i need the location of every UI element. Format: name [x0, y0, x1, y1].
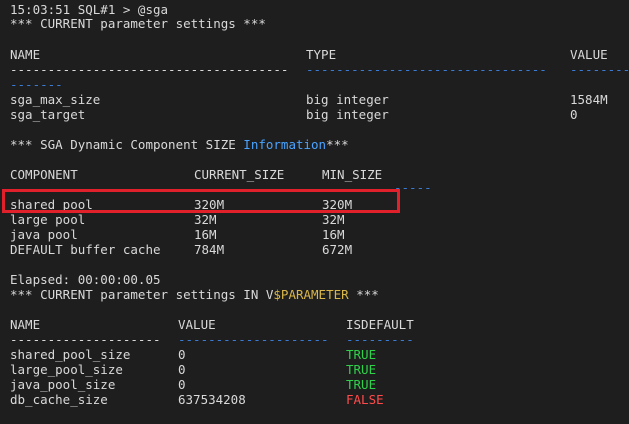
vparam-isdefault: FALSE: [346, 392, 384, 407]
vparam-value: 0: [178, 377, 186, 392]
component-min-size: 16M: [322, 227, 345, 242]
table-row: java pool 16M 16M: [10, 227, 345, 242]
table-row: large pool 32M 32M: [10, 212, 345, 227]
header-prefix: *** CURRENT parameter settings IN V: [10, 287, 274, 302]
col-header-component: COMPONENT: [10, 167, 78, 182]
component-current-size: 32M: [194, 212, 217, 227]
prompt-line: 15:03:51 SQL#1 > @sga: [10, 2, 169, 17]
table-row: db_cache_size 637534208 FALSE: [10, 392, 384, 407]
dash-separator: --------------------: [10, 332, 161, 347]
header-suffix: ***: [326, 137, 349, 152]
vparam-dash-row: -------------------- -------------------…: [10, 332, 414, 347]
params-header-row: NAME TYPE VALUE: [10, 47, 608, 62]
col-header-isdefault: ISDEFAULT: [346, 317, 414, 332]
section-header-current-params: *** CURRENT parameter settings ***: [10, 16, 266, 31]
table-row: shared_pool_size 0 TRUE: [10, 347, 376, 362]
params-dash-row: ------------------------------------- --…: [10, 62, 629, 77]
dash-separator: --------: [570, 62, 629, 77]
vparam-value: 637534208: [178, 392, 246, 407]
col-header-min-size: MIN_SIZE: [322, 167, 383, 182]
param-value: 1584M: [570, 92, 608, 107]
component-min-size: 32M: [322, 212, 345, 227]
table-row: sga_max_size big integer 1584M: [10, 92, 608, 107]
dash-separator-wrap: -------: [10, 77, 63, 92]
header-suffix: ***: [348, 287, 379, 302]
components-header-row: COMPONENT CURRENT_SIZE MIN_SIZE: [10, 167, 382, 182]
terminal-window[interactable]: 15:03:51 SQL#1 > @sga *** CURRENT parame…: [0, 0, 629, 424]
component-name: java pool: [10, 227, 78, 242]
vparam-name: db_cache_size: [10, 392, 108, 407]
col-header-current-size: CURRENT_SIZE: [194, 167, 285, 182]
vparam-value: 0: [178, 362, 186, 377]
component-min-size: 672M: [322, 242, 353, 257]
dash-separator: --------------------------------: [306, 62, 547, 77]
table-row: DEFAULT buffer cache 784M 672M: [10, 242, 352, 257]
vparam-name: large_pool_size: [10, 362, 123, 377]
dash-separator: -------------------------------------: [10, 62, 289, 77]
vparam-isdefault: TRUE: [346, 377, 377, 392]
header-highlight: Information: [243, 137, 327, 152]
component-name: DEFAULT buffer cache: [10, 242, 161, 257]
annotation-highlight-box: [2, 189, 400, 213]
vparam-header-row: NAME VALUE ISDEFAULT: [10, 317, 414, 332]
vparam-name: java_pool_size: [10, 377, 116, 392]
component-name: large pool: [10, 212, 86, 227]
dash-separator: ---------: [346, 332, 414, 347]
col-header-value: VALUE: [178, 317, 216, 332]
vparam-isdefault: TRUE: [346, 347, 377, 362]
dash-separator: --------------------: [178, 332, 329, 347]
col-header-value: VALUE: [570, 47, 608, 62]
col-header-type: TYPE: [306, 47, 337, 62]
col-header-name: NAME: [10, 47, 41, 62]
table-row: sga_target big integer 0: [10, 107, 578, 122]
param-type: big integer: [306, 107, 389, 122]
table-row: java_pool_size 0 TRUE: [10, 377, 376, 392]
col-header-name: NAME: [10, 317, 41, 332]
vparam-isdefault: TRUE: [346, 362, 377, 377]
param-name: sga_max_size: [10, 92, 101, 107]
section-header-vparameter: *** CURRENT parameter settings IN V$PARA…: [10, 287, 379, 302]
component-current-size: 784M: [194, 242, 225, 257]
param-value: 0: [570, 107, 578, 122]
param-type: big integer: [306, 92, 389, 107]
vparam-name: shared_pool_size: [10, 347, 131, 362]
header-prefix: *** SGA Dynamic Component SIZE: [10, 137, 244, 152]
header-highlight: $PARAMETER: [273, 287, 349, 302]
vparam-value: 0: [178, 347, 186, 362]
component-current-size: 16M: [194, 227, 217, 242]
elapsed-time: Elapsed: 00:00:00.05: [10, 272, 161, 287]
section-header-sga-components: *** SGA Dynamic Component SIZE Informati…: [10, 137, 349, 152]
param-name: sga_target: [10, 107, 86, 122]
table-row: large_pool_size 0 TRUE: [10, 362, 376, 377]
